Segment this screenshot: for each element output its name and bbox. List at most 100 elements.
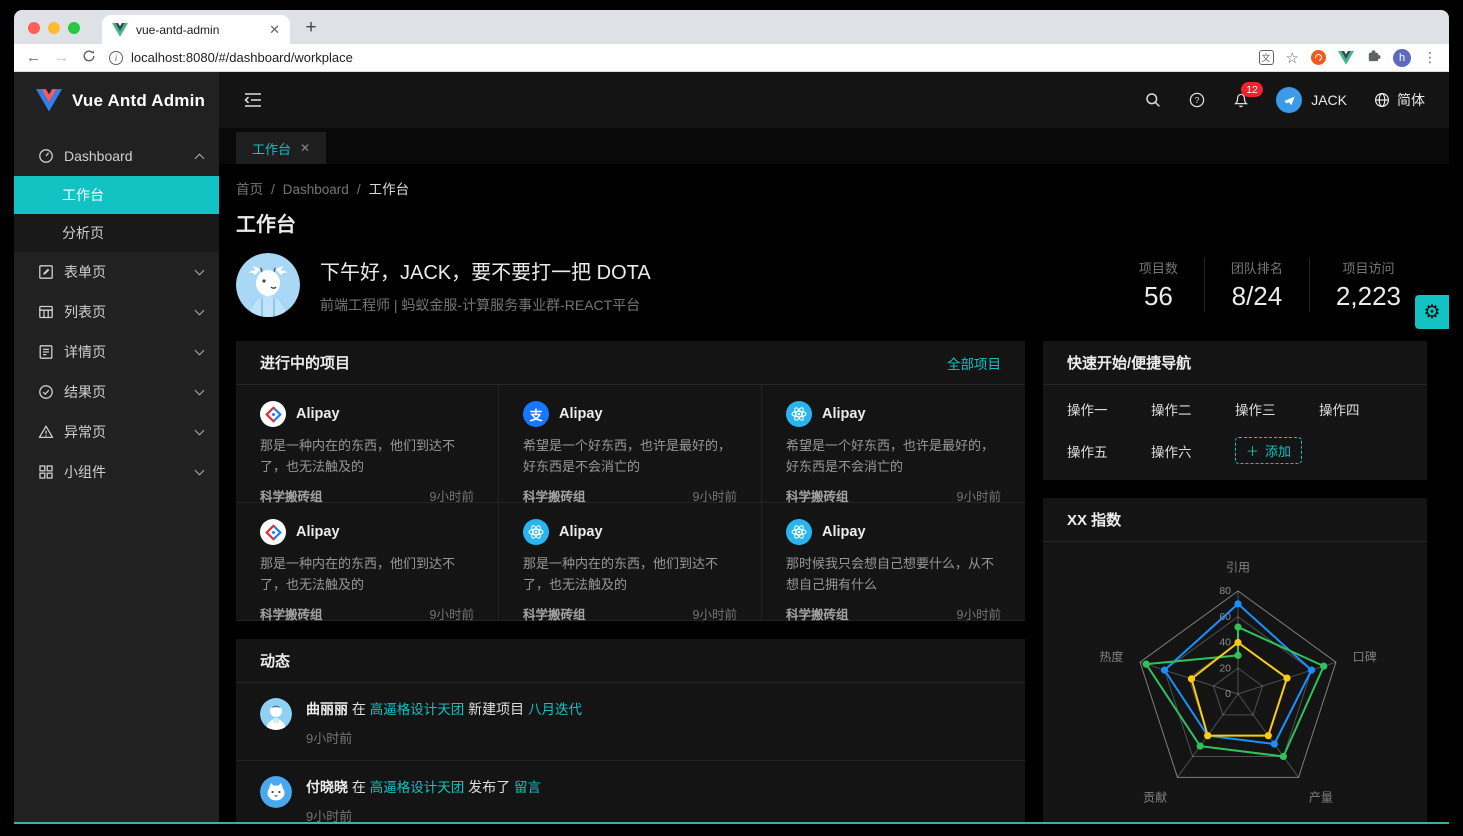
project-desc: 那是一种内在的东西，他们到达不了，也无法触及的 bbox=[260, 436, 474, 478]
activity-user: 曲丽丽 bbox=[306, 701, 348, 717]
bookmark-star-icon[interactable]: ☆ bbox=[1286, 49, 1299, 67]
browser-menu-icon[interactable]: ⋮ bbox=[1423, 49, 1437, 66]
project-time: 9小时前 bbox=[957, 604, 1001, 623]
svg-text:口碑: 口碑 bbox=[1353, 649, 1377, 664]
menu-fold-icon[interactable] bbox=[243, 90, 263, 110]
content-left: 进行中的项目 全部项目 Alipay那是一种内在的东西，他们到达不了，也无法触及… bbox=[236, 341, 1025, 824]
sidebar-item-profile[interactable]: 详情页 bbox=[14, 332, 219, 372]
activity-link[interactable]: 高逼格设计天团 bbox=[370, 702, 465, 717]
quicknav-link[interactable]: 操作二 bbox=[1151, 399, 1235, 419]
window-controls bbox=[28, 22, 80, 34]
user-menu[interactable]: JACK bbox=[1276, 87, 1347, 113]
header-actions: ? 12 JACK bbox=[1144, 87, 1425, 113]
svg-text:40: 40 bbox=[1219, 637, 1231, 649]
tab-close-icon[interactable]: ✕ bbox=[269, 23, 280, 36]
tab-close-icon[interactable]: ✕ bbox=[300, 141, 310, 155]
brand[interactable]: Vue Antd Admin bbox=[14, 72, 219, 130]
sidebar-item-dashboard[interactable]: Dashboard bbox=[14, 136, 219, 176]
quicknav-link[interactable]: 操作五 bbox=[1067, 441, 1151, 461]
new-tab-button[interactable]: + bbox=[298, 15, 324, 41]
quicknav-link[interactable]: 操作四 bbox=[1319, 399, 1403, 419]
svg-text:20: 20 bbox=[1219, 662, 1231, 674]
breadcrumb-separator: / bbox=[357, 182, 361, 197]
project-time: 9小时前 bbox=[693, 604, 737, 623]
translate-icon[interactable]: 文 bbox=[1259, 50, 1274, 65]
chevron-down-icon bbox=[195, 266, 205, 276]
back-icon[interactable]: ← bbox=[26, 50, 41, 65]
help-icon[interactable]: ? bbox=[1188, 91, 1206, 109]
sidebar-item-check-circle[interactable]: 结果页 bbox=[14, 372, 219, 412]
reload-icon[interactable] bbox=[82, 49, 96, 66]
sidebar-item-analysis[interactable]: 分析页 bbox=[14, 214, 219, 252]
page-tab-workplace[interactable]: 工作台 ✕ bbox=[236, 132, 326, 164]
vue-devtools-icon[interactable] bbox=[1338, 50, 1354, 66]
extension-orange-icon[interactable] bbox=[1311, 50, 1326, 65]
react-icon bbox=[786, 401, 812, 427]
project-group-link[interactable]: 科学搬砖组 bbox=[260, 604, 323, 623]
sidebar-item-warning[interactable]: 异常页 bbox=[14, 412, 219, 452]
project-card[interactable]: Alipay希望是一个好东西，也许是最好的，好东西是不会消亡的科学搬砖组9小时前 bbox=[762, 385, 1025, 503]
browser-tab[interactable]: vue-antd-admin ✕ bbox=[102, 15, 290, 44]
notification-bell-icon[interactable]: 12 bbox=[1232, 91, 1250, 109]
project-card[interactable]: Alipay那是一种内在的东西，他们到达不了，也无法触及的科学搬砖组9小时前 bbox=[236, 503, 499, 621]
project-card-top: Alipay bbox=[523, 519, 737, 545]
quicknav-link[interactable]: 操作六 bbox=[1151, 441, 1235, 461]
project-name[interactable]: Alipay bbox=[822, 406, 866, 422]
minimize-window-button[interactable] bbox=[48, 22, 60, 34]
user-avatar bbox=[1276, 87, 1302, 113]
zoom-window-button[interactable] bbox=[68, 22, 80, 34]
profile-icon bbox=[38, 344, 54, 360]
warning-icon bbox=[38, 424, 54, 440]
page-tab-label: 工作台 bbox=[252, 139, 291, 158]
search-icon[interactable] bbox=[1144, 91, 1162, 109]
project-group-link[interactable]: 科学搬砖组 bbox=[523, 604, 586, 623]
block-icon bbox=[38, 464, 54, 480]
activity-line: 曲丽丽 在 高逼格设计天团 新建项目 八月迭代 bbox=[306, 698, 582, 719]
stat-项目数: 项目数56 bbox=[1113, 258, 1204, 312]
activity-link[interactable]: 高逼格设计天团 bbox=[370, 780, 465, 795]
theme-settings-button[interactable]: ⚙ bbox=[1415, 295, 1449, 329]
sidebar-item-form[interactable]: 表单页 bbox=[14, 252, 219, 292]
activity-title: 动态 bbox=[260, 650, 1001, 671]
project-name[interactable]: Alipay bbox=[822, 524, 866, 540]
sidebar-item-block[interactable]: 小组件 bbox=[14, 452, 219, 492]
project-name[interactable]: Alipay bbox=[559, 406, 603, 422]
browser-profile-avatar[interactable]: h bbox=[1393, 49, 1411, 67]
forward-icon[interactable]: → bbox=[54, 50, 69, 65]
breadcrumb-item: 工作台 bbox=[369, 182, 410, 197]
extensions-puzzle-icon[interactable] bbox=[1366, 48, 1381, 68]
site-info-icon[interactable]: i bbox=[109, 51, 123, 65]
quicknav-link[interactable]: 操作一 bbox=[1067, 399, 1151, 419]
project-card[interactable]: Alipay那是一种内在的东西，他们到达不了，也无法触及的科学搬砖组9小时前 bbox=[236, 385, 499, 503]
project-desc: 那时候我只会想自己想要什么，从不想自己拥有什么 bbox=[786, 554, 1001, 596]
project-card[interactable]: Alipay那是一种内在的东西，他们到达不了，也无法触及的科学搬砖组9小时前 bbox=[499, 503, 762, 621]
chevron-down-icon bbox=[195, 386, 205, 396]
activity-link[interactable]: 八月迭代 bbox=[528, 702, 582, 717]
close-window-button[interactable] bbox=[28, 22, 40, 34]
quicknav-card: 快速开始/便捷导航 操作一操作二操作三操作四操作五操作六＋添加 bbox=[1043, 341, 1427, 480]
language-switcher[interactable]: 简体 bbox=[1373, 90, 1425, 110]
project-name[interactable]: Alipay bbox=[559, 524, 603, 540]
project-name[interactable]: Alipay bbox=[296, 524, 340, 540]
breadcrumb-item[interactable]: 首页 bbox=[236, 182, 263, 197]
form-icon bbox=[38, 264, 54, 280]
project-name[interactable]: Alipay bbox=[296, 406, 340, 422]
stat-value: 2,223 bbox=[1336, 281, 1401, 312]
sidebar-item-workplace[interactable]: 工作台 bbox=[14, 176, 219, 214]
all-projects-link[interactable]: 全部项目 bbox=[947, 353, 1001, 373]
stats: 项目数56团队排名8/24项目访问2,223 bbox=[1113, 258, 1427, 312]
breadcrumb-item[interactable]: Dashboard bbox=[283, 182, 349, 197]
project-group-link[interactable]: 科学搬砖组 bbox=[786, 604, 849, 623]
sidebar-item-table[interactable]: 列表页 bbox=[14, 292, 219, 332]
project-card[interactable]: 支Alipay希望是一个好东西，也许是最好的，好东西是不会消亡的科学搬砖组9小时… bbox=[499, 385, 762, 503]
quicknav-link[interactable]: 操作三 bbox=[1235, 399, 1319, 419]
activity-time: 9小时前 bbox=[306, 806, 541, 824]
quicknav-add-button[interactable]: ＋添加 bbox=[1235, 437, 1302, 464]
content-grid: 进行中的项目 全部项目 Alipay那是一种内在的东西，他们到达不了，也无法触及… bbox=[236, 341, 1427, 824]
activity-link[interactable]: 留言 bbox=[514, 780, 541, 795]
antd-icon bbox=[260, 519, 286, 545]
address-bar[interactable]: i localhost:8080/#/dashboard/workplace bbox=[109, 50, 1246, 65]
project-card[interactable]: Alipay 那时候我只会想自己想要什么，从不想自己拥有什么科学搬砖组 9小时前 bbox=[762, 503, 1025, 621]
breadcrumb: 首页/Dashboard/工作台 bbox=[236, 178, 1427, 198]
table-icon bbox=[38, 304, 54, 320]
